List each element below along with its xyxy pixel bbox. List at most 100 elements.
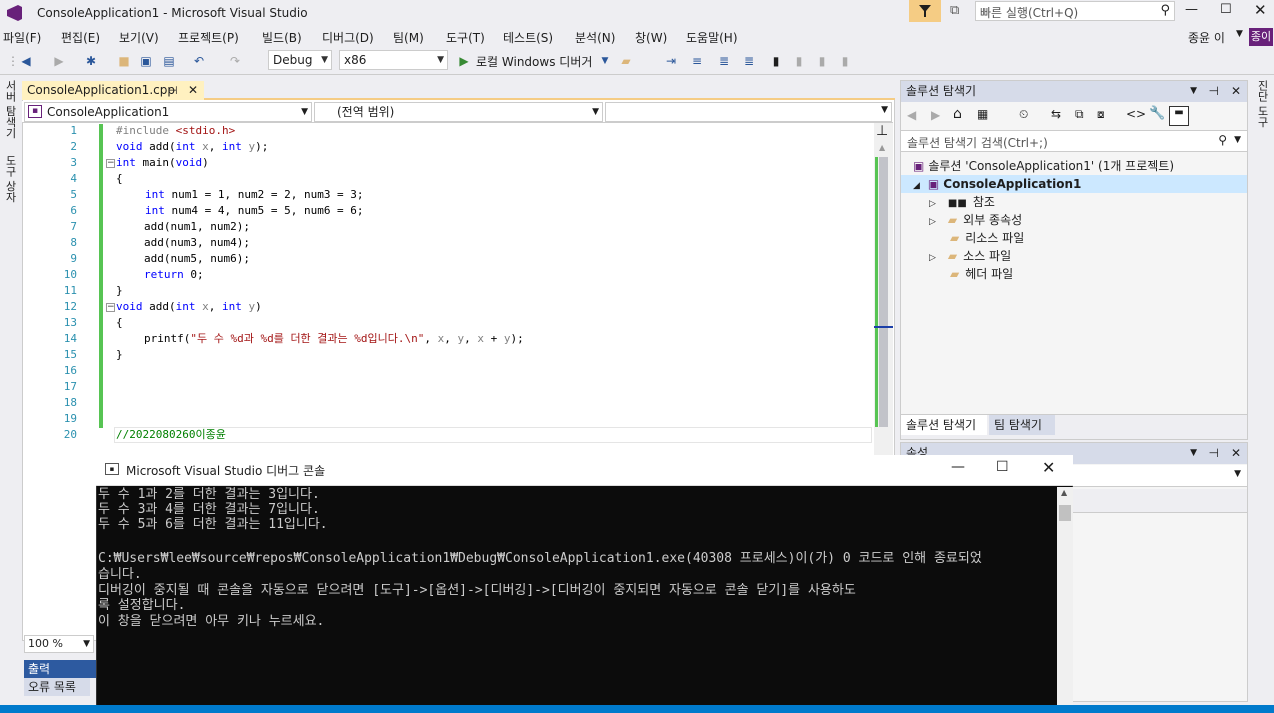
tab-solution-explorer[interactable]: 솔루션 탐색기 <box>901 415 987 435</box>
forward-icon[interactable]: ▶ <box>931 108 940 122</box>
menu-file[interactable]: 파일(F) <box>3 29 41 46</box>
home-icon[interactable]: ⌂ <box>953 106 962 122</box>
chevron-down-icon[interactable]: ▼ <box>1234 135 1241 145</box>
tree-header-files[interactable]: ▰ 헤더 파일 <box>950 265 1013 283</box>
scroll-up-icon[interactable]: ▲ <box>879 143 885 152</box>
split-icon[interactable]: ⊥ <box>876 123 888 139</box>
bookmark-icon[interactable]: ▮ <box>767 52 785 70</box>
prev-bookmark-icon[interactable]: ▮ <box>790 52 808 70</box>
menu-analyze[interactable]: 분석(N) <box>575 29 615 46</box>
tree-label: 헤더 파일 <box>965 267 1014 281</box>
menu-build[interactable]: 빌드(B) <box>262 29 302 46</box>
play-icon[interactable]: ▶ <box>455 52 473 70</box>
tree-references[interactable]: ▷ ■■ 참조 <box>929 193 995 211</box>
menu-help[interactable]: 도움말(H) <box>686 29 738 46</box>
window-position-icon[interactable]: ▼ <box>1190 81 1197 102</box>
switch-views-icon[interactable]: ▦ <box>977 107 988 121</box>
sync-icon[interactable]: ⇆ <box>1051 107 1061 121</box>
tree-external-deps[interactable]: ▷ ▰ 외부 종속성 <box>929 211 1022 229</box>
global-scope-select[interactable]: (전역 범위) ▼ <box>314 102 603 122</box>
platform-select[interactable]: x86 ▼ <box>339 50 448 70</box>
next-bookmark-icon[interactable]: ▮ <box>813 52 831 70</box>
code-view-icon[interactable]: <> <box>1126 107 1146 121</box>
close-button[interactable]: ✕ <box>1254 1 1267 19</box>
collapse-toggle[interactable]: − <box>106 159 115 168</box>
collapse-toggle[interactable]: − <box>106 303 115 312</box>
show-all-files-icon[interactable]: ⧇ <box>1097 107 1105 122</box>
user-name[interactable]: 종윤 이 <box>1188 29 1225 46</box>
minimize-button[interactable]: — <box>1185 2 1198 17</box>
filter-icon[interactable] <box>909 0 941 22</box>
collapse-all-icon[interactable]: ⧉ <box>1075 107 1084 122</box>
member-select[interactable]: ▼ <box>605 102 892 122</box>
menu-team[interactable]: 팀(M) <box>393 29 424 46</box>
console-maximize-button[interactable]: ☐ <box>996 459 1009 475</box>
back-icon[interactable]: ◀ <box>17 52 35 70</box>
align-icon[interactable]: ≡ <box>688 52 706 70</box>
console-scrollbar[interactable]: ▲ <box>1057 487 1073 713</box>
user-dropdown-icon[interactable]: ▼ <box>1236 29 1243 39</box>
close-tab-icon[interactable]: ✕ <box>188 81 198 100</box>
debug-console-window[interactable]: 두 수 1과 2를 더한 결과는 3입니다. 두 수 3과 4를 더한 결과는 … <box>96 455 1073 713</box>
code-token: y <box>503 332 511 345</box>
menu-window[interactable]: 창(W) <box>635 29 667 46</box>
menu-edit[interactable]: 편집(E) <box>61 29 100 46</box>
search-icon[interactable]: ⚲ <box>1160 3 1170 18</box>
tree-project[interactable]: ◢ ▣ ConsoleApplication1 <box>901 175 1247 193</box>
menu-tools[interactable]: 도구(T) <box>446 29 485 46</box>
open-file-icon[interactable]: ■ <box>115 52 133 70</box>
avatar[interactable]: 종이 <box>1249 28 1273 46</box>
scroll-thumb[interactable] <box>1059 505 1071 521</box>
diagnostic-tools-tab[interactable]: 진단 도구 <box>1254 80 1270 128</box>
scroll-up-icon[interactable]: ▲ <box>1061 488 1067 497</box>
console-minimize-button[interactable]: — <box>951 459 965 475</box>
pin-icon[interactable]: ⊣ <box>168 81 178 100</box>
forward-icon[interactable]: ▶ <box>50 52 68 70</box>
configuration-select[interactable]: Debug ▼ <box>268 50 332 70</box>
menu-test[interactable]: 테스트(S) <box>503 29 553 46</box>
back-icon[interactable]: ◀ <box>907 108 916 122</box>
tab-team-explorer[interactable]: 팀 탐색기 <box>989 415 1055 435</box>
toolbox-tab[interactable]: 도구 상자 <box>2 155 18 203</box>
scroll-thumb[interactable] <box>879 157 888 427</box>
menu-project[interactable]: 프로젝트(P) <box>178 29 239 46</box>
console-close-button[interactable]: ✕ <box>1042 458 1055 477</box>
run-debugger-button[interactable]: 로컬 Windows 디버거 <box>476 53 592 70</box>
undo-icon[interactable]: ↶ <box>190 52 208 70</box>
solution-search-input[interactable]: 솔루션 탐색기 검색(Ctrl+;) ⚲ ▼ <box>901 130 1247 152</box>
project-scope-select[interactable]: ▪ ConsoleApplication1 ▼ <box>24 102 312 122</box>
tree-solution[interactable]: ▣ 솔루션 'ConsoleApplication1' (1개 프로젝트) <box>913 157 1174 175</box>
uncomment-icon[interactable]: ≣ <box>740 52 758 70</box>
tree-resource-files[interactable]: ▰ 리소스 파일 <box>950 229 1024 247</box>
maximize-button[interactable]: ☐ <box>1220 2 1232 17</box>
menu-view[interactable]: 보기(V) <box>119 29 159 46</box>
redo-icon[interactable]: ↷ <box>226 52 244 70</box>
close-pane-icon[interactable]: ✕ <box>1231 443 1241 464</box>
pin-icon[interactable]: ⊣ <box>1209 81 1219 102</box>
tree-source-files[interactable]: ▷ ▰ 소스 파일 <box>929 247 1011 265</box>
quick-launch-input[interactable]: 빠른 실행(Ctrl+Q) ⚲ <box>975 1 1175 21</box>
server-explorer-tab[interactable]: 서버 탐색기 <box>2 80 18 139</box>
feedback-icon[interactable]: ⧉ <box>950 3 959 18</box>
window-position-icon[interactable]: ▼ <box>1190 443 1197 464</box>
pending-changes-icon[interactable]: ⏲ <box>1019 107 1028 122</box>
output-tab[interactable]: 출력 <box>24 660 96 678</box>
zoom-select[interactable]: 100 % ▼ <box>24 635 94 653</box>
comment-icon[interactable]: ≣ <box>715 52 733 70</box>
save-icon[interactable]: ▣ <box>137 52 155 70</box>
close-pane-icon[interactable]: ✕ <box>1231 81 1241 102</box>
save-all-icon[interactable]: ▤ <box>160 52 178 70</box>
new-project-icon[interactable]: ✱ <box>82 52 100 70</box>
pin-icon[interactable]: ⊣ <box>1209 443 1219 464</box>
run-dropdown-icon[interactable]: ▼ <box>596 52 614 70</box>
search-icon[interactable]: ⚲ <box>1218 133 1227 147</box>
properties-icon[interactable]: 🔧 <box>1149 106 1165 121</box>
preview-icon[interactable]: ▬ <box>1169 106 1189 126</box>
code-token: x <box>195 300 209 313</box>
clear-bookmark-icon[interactable]: ▮ <box>836 52 854 70</box>
error-list-tab[interactable]: 오류 목록 <box>24 678 90 696</box>
browse-icon[interactable]: ▰ <box>617 52 635 70</box>
document-tab[interactable]: ConsoleApplication1.cpp ⊣ ✕ <box>22 81 204 100</box>
step-icon[interactable]: ⇥ <box>662 52 680 70</box>
menu-debug[interactable]: 디버그(D) <box>322 29 374 46</box>
